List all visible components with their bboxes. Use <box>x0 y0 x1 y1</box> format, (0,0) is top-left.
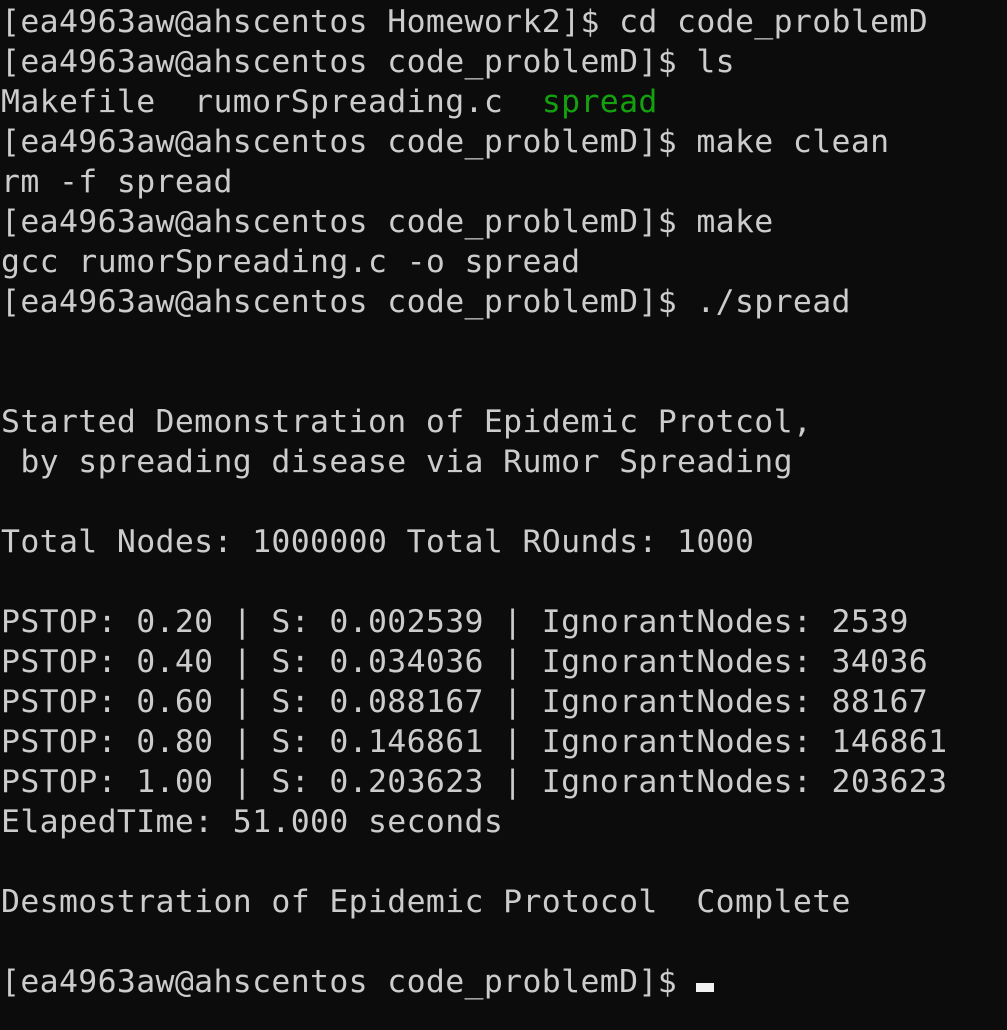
terminal-line-make-command: [ea4963aw@ahscentos code_problemD]$ make <box>1 204 774 240</box>
terminal-window[interactable]: [ea4963aw@ahscentos Homework2]$ cd code_… <box>0 0 1007 1030</box>
prompt-text: [ea4963aw@ahscentos code_problemD]$ <box>1 964 697 1000</box>
terminal-line-result-row: PSTOP: 1.00 | S: 0.203623 | IgnorantNode… <box>1 764 948 800</box>
ls-output-executable: spread <box>541 84 658 120</box>
ls-output-files: Makefile rumorSpreading.c <box>1 84 542 120</box>
terminal-line-result-row: PSTOP: 0.20 | S: 0.002539 | IgnorantNode… <box>1 604 909 640</box>
terminal-line-result-row: PSTOP: 0.40 | S: 0.034036 | IgnorantNode… <box>1 644 929 680</box>
terminal-line-result-row: PSTOP: 0.60 | S: 0.088167 | IgnorantNode… <box>1 684 929 720</box>
terminal-line-complete-message: Desmostration of Epidemic Protocol Compl… <box>1 884 851 920</box>
terminal-line-output-subheading: by spreading disease via Rumor Spreading <box>1 444 793 480</box>
terminal-line-make-output: gcc rumorSpreading.c -o spread <box>1 244 581 280</box>
terminal-line-output-heading: Started Demonstration of Epidemic Protco… <box>1 404 813 440</box>
terminal-line-make-clean-command: [ea4963aw@ahscentos code_problemD]$ make… <box>1 124 890 160</box>
terminal-line-elapsed-time: ElapedTIme: 51.000 seconds <box>1 804 504 840</box>
terminal-line-active-prompt[interactable]: [ea4963aw@ahscentos code_problemD]$ <box>0 962 1007 1002</box>
terminal-line-result-row: PSTOP: 0.80 | S: 0.146861 | IgnorantNode… <box>1 724 948 760</box>
terminal-line-run-command: [ea4963aw@ahscentos code_problemD]$ ./sp… <box>1 284 851 320</box>
terminal-line-totals: Total Nodes: 1000000 Total ROunds: 1000 <box>1 524 755 560</box>
terminal-line-make-clean-output: rm -f spread <box>1 164 233 200</box>
terminal-line-ls-output: Makefile rumorSpreading.c spread <box>0 82 1007 122</box>
terminal-line-cd-command: [ea4963aw@ahscentos Homework2]$ cd code_… <box>1 4 929 40</box>
terminal-line-ls-command: [ea4963aw@ahscentos code_problemD]$ ls <box>1 44 735 80</box>
text-cursor <box>696 983 715 992</box>
